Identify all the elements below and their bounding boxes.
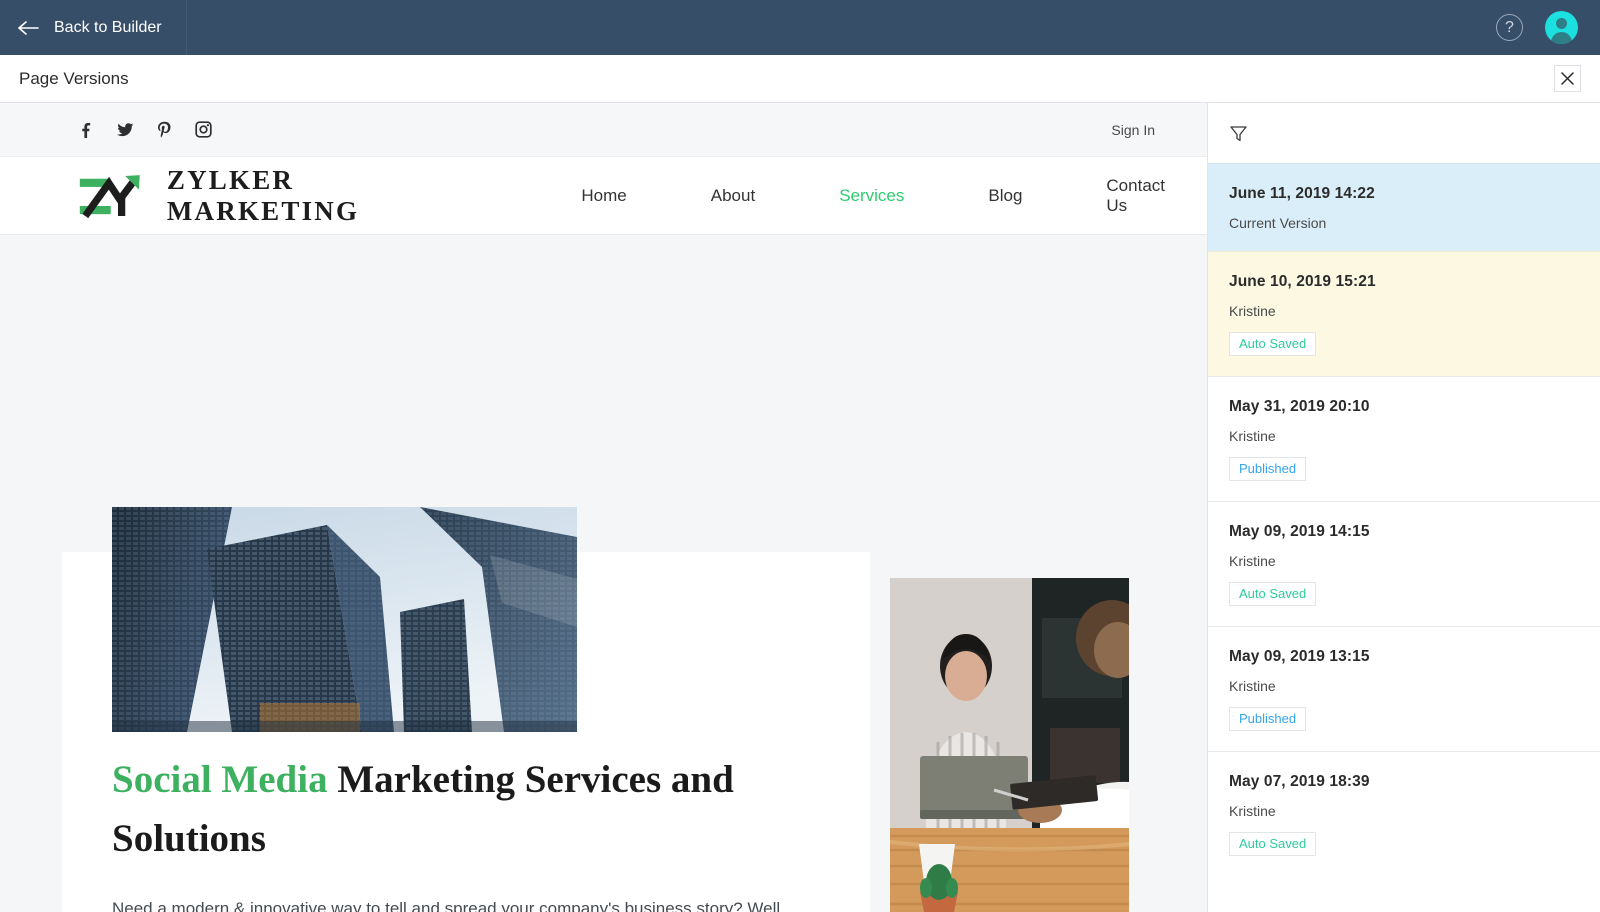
version-author: Kristine bbox=[1229, 303, 1276, 319]
version-timestamp: May 07, 2019 18:39 bbox=[1229, 773, 1370, 790]
back-to-builder-button[interactable]: Back to Builder bbox=[0, 0, 187, 55]
page-versions-panel: June 11, 2019 14:22 Current Version June… bbox=[1207, 103, 1600, 912]
site-main-nav: ZYLKER MARKETING Home About Services Blo… bbox=[0, 157, 1207, 235]
help-glyph: ? bbox=[1505, 18, 1514, 36]
avatar-body bbox=[1551, 32, 1572, 44]
page-headline: Social Media Marketing Services and Solu… bbox=[112, 750, 832, 868]
user-avatar-icon[interactable] bbox=[1545, 11, 1578, 44]
hero-paragraph: Need a modern & innovative way to tell a… bbox=[112, 899, 785, 912]
version-list-item[interactable]: May 09, 2019 13:15 Kristine Published bbox=[1208, 626, 1600, 751]
version-list-item[interactable]: May 31, 2019 20:10 Kristine Published bbox=[1208, 376, 1600, 501]
close-icon[interactable] bbox=[1554, 65, 1581, 92]
close-glyph bbox=[1561, 72, 1574, 85]
version-list-item[interactable]: June 11, 2019 14:22 Current Version bbox=[1208, 163, 1600, 251]
version-timestamp: May 09, 2019 14:15 bbox=[1229, 523, 1370, 540]
version-author: Kristine bbox=[1229, 803, 1276, 819]
business-meeting-at-table-photo bbox=[890, 578, 1129, 912]
nav-links: Home About Services Blog Contact Us bbox=[539, 176, 1207, 216]
site-logo-text: ZYLKER MARKETING bbox=[166, 164, 360, 226]
version-author: Kristine bbox=[1229, 678, 1276, 694]
nav-item-home[interactable]: Home bbox=[539, 186, 668, 206]
hero-text-block: Social Media Marketing Services and Solu… bbox=[112, 750, 832, 912]
version-list-item[interactable]: May 07, 2019 18:39 Kristine Auto Saved bbox=[1208, 751, 1600, 876]
avatar-head bbox=[1556, 18, 1567, 29]
twitter-icon[interactable] bbox=[117, 121, 134, 138]
version-timestamp: May 09, 2019 13:15 bbox=[1229, 648, 1370, 665]
app-top-bar: Back to Builder ? bbox=[0, 0, 1600, 55]
site-hero-section: Social Media Marketing Services and Solu… bbox=[0, 235, 1207, 912]
status-badge: Published bbox=[1229, 707, 1307, 731]
version-author: Kristine bbox=[1229, 553, 1276, 569]
facebook-icon[interactable] bbox=[78, 121, 95, 138]
social-links bbox=[78, 121, 212, 138]
site-utility-bar: Sign In bbox=[0, 103, 1207, 157]
status-badge: Auto Saved bbox=[1229, 832, 1317, 856]
help-circle-icon[interactable]: ? bbox=[1496, 14, 1523, 41]
site-logo[interactable]: ZYLKER MARKETING bbox=[78, 165, 465, 227]
nav-item-blog[interactable]: Blog bbox=[946, 186, 1064, 206]
version-author: Kristine bbox=[1229, 428, 1276, 444]
nav-item-services[interactable]: Services bbox=[797, 186, 946, 206]
zylker-zm-arrow-logo bbox=[79, 174, 140, 218]
version-subtitle: Current Version bbox=[1229, 215, 1327, 231]
instagram-icon[interactable] bbox=[195, 121, 212, 138]
app-bar-actions: ? bbox=[1496, 11, 1600, 44]
status-badge: Auto Saved bbox=[1229, 582, 1317, 606]
version-timestamp: May 31, 2019 20:10 bbox=[1229, 398, 1370, 415]
sign-in-link[interactable]: Sign In bbox=[1111, 122, 1155, 138]
website-preview: Sign In ZYLKER MARKETING Home About Serv… bbox=[0, 103, 1207, 912]
arrow-left-icon bbox=[18, 20, 39, 35]
pinterest-icon[interactable] bbox=[156, 121, 173, 138]
filter-funnel-icon[interactable] bbox=[1229, 124, 1248, 143]
page-versions-header: Page Versions bbox=[0, 55, 1600, 103]
hero-content-card: Social Media Marketing Services and Solu… bbox=[62, 507, 870, 912]
headline-green-part: Social Media bbox=[112, 758, 328, 801]
versions-toolbar bbox=[1208, 103, 1600, 163]
version-list-item[interactable]: June 10, 2019 15:21 Kristine Auto Saved bbox=[1208, 251, 1600, 376]
version-list-item[interactable]: May 09, 2019 14:15 Kristine Auto Saved bbox=[1208, 501, 1600, 626]
skyscrapers-looking-up-photo bbox=[112, 507, 577, 732]
back-to-builder-label: Back to Builder bbox=[54, 18, 162, 36]
status-badge: Auto Saved bbox=[1229, 332, 1317, 356]
version-timestamp: June 11, 2019 14:22 bbox=[1229, 185, 1375, 202]
nav-item-contact-us[interactable]: Contact Us bbox=[1064, 176, 1207, 216]
page-title: Page Versions bbox=[19, 68, 129, 88]
status-badge: Published bbox=[1229, 457, 1307, 481]
nav-item-about[interactable]: About bbox=[669, 186, 797, 206]
version-timestamp: June 10, 2019 15:21 bbox=[1229, 273, 1376, 290]
